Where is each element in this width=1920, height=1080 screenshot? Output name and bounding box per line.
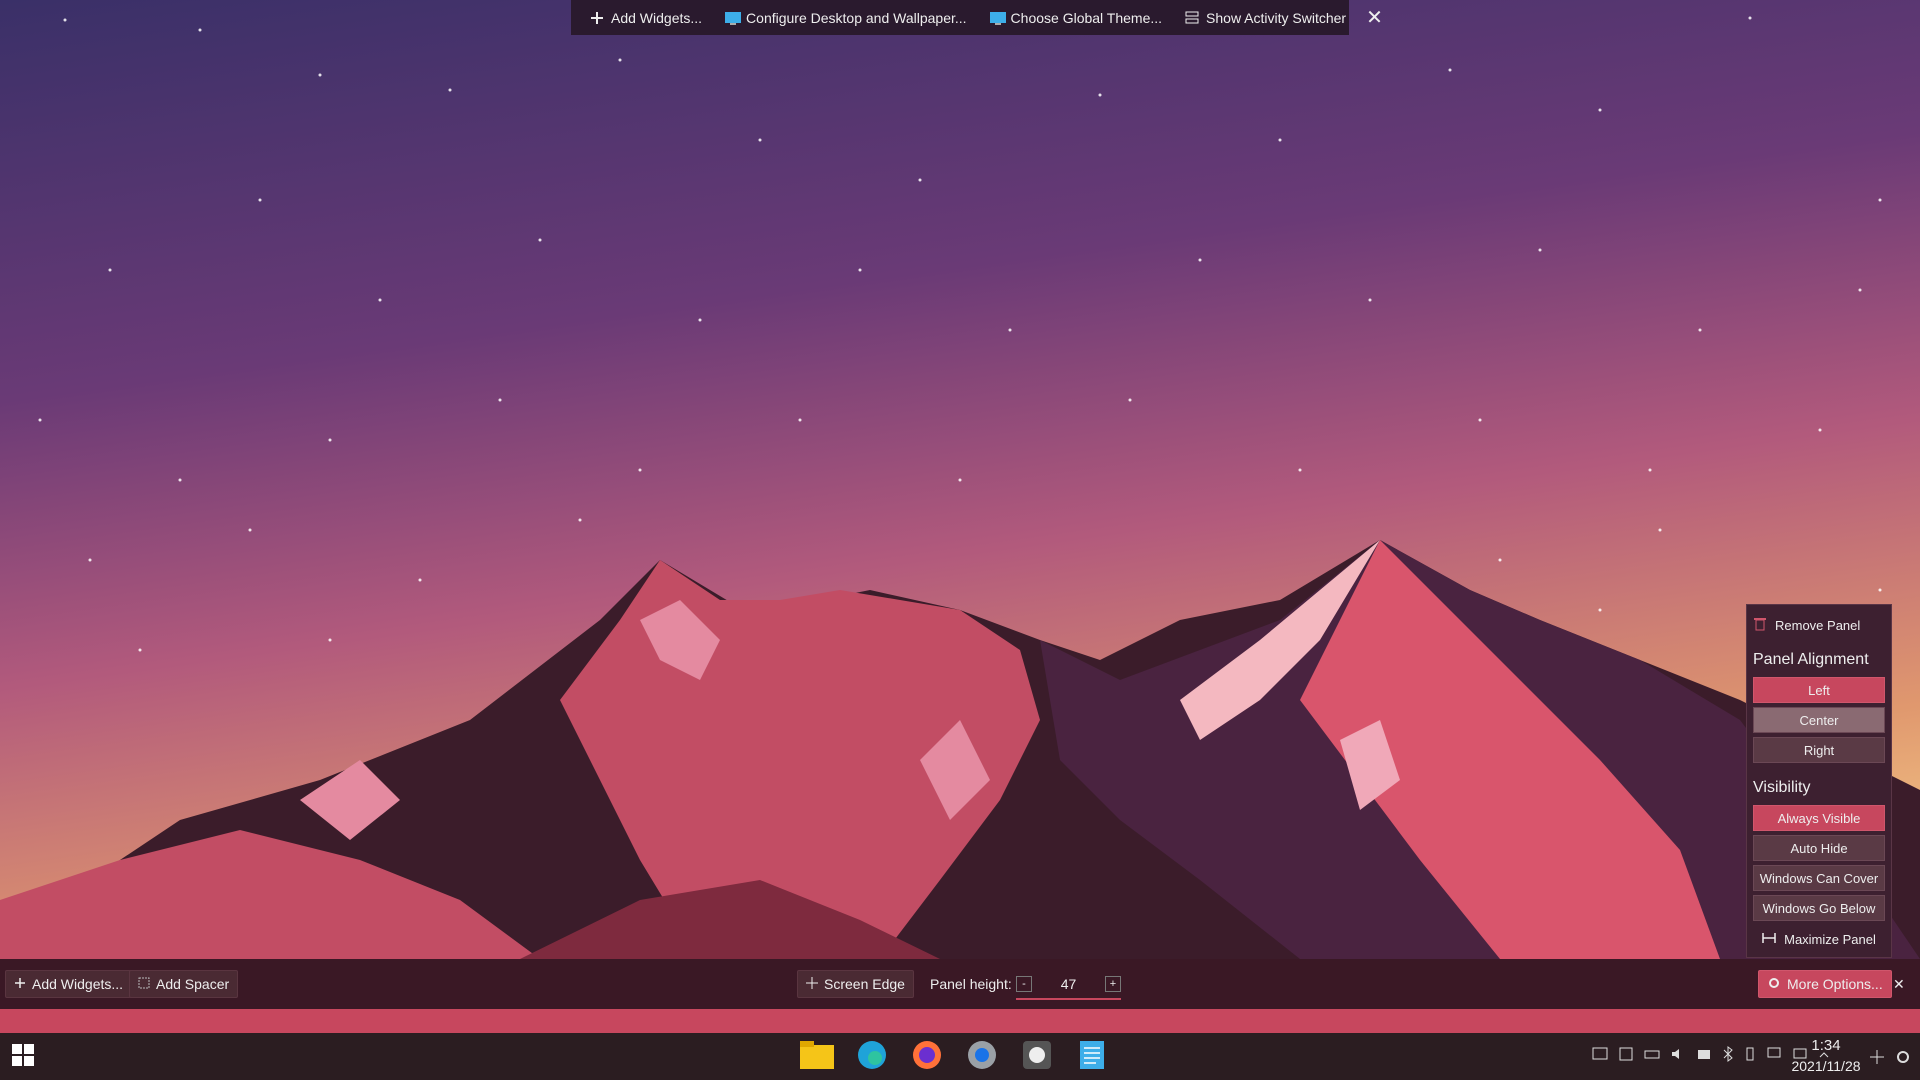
panel-options-popup: Remove Panel Panel Alignment Left Center… — [1746, 604, 1892, 958]
more-options-label: More Options... — [1787, 976, 1883, 992]
alignment-center-button[interactable]: Center — [1753, 707, 1885, 733]
start-button[interactable] — [3, 1037, 43, 1077]
firefox-icon — [912, 1040, 942, 1075]
toolbox-choose-theme-label: Choose Global Theme... — [1010, 9, 1163, 26]
editbar-close-button[interactable]: ✕ — [1893, 976, 1905, 993]
visibility-always-visible-button[interactable]: Always Visible — [1753, 805, 1885, 831]
visibility-windows-can-cover-button[interactable]: Windows Can Cover — [1753, 865, 1885, 891]
panel-settings-gear-icon[interactable] — [1895, 1049, 1911, 1070]
volume-icon[interactable] — [1670, 1046, 1686, 1067]
panel-height-decrease-button[interactable]: - — [1016, 976, 1032, 992]
taskbar-app-chromium[interactable] — [962, 1037, 1002, 1077]
start-icon — [12, 1043, 34, 1071]
visibility-heading: Visibility — [1753, 779, 1811, 796]
more-options-button[interactable]: More Options... — [1758, 970, 1892, 998]
screen-edge-label: Screen Edge — [824, 976, 905, 992]
maximize-panel-label: Maximize Panel — [1784, 931, 1876, 947]
usb-icon[interactable] — [1744, 1046, 1756, 1067]
alignment-right-button[interactable]: Right — [1753, 737, 1885, 763]
toolbox-configure-desktop-button[interactable]: Configure Desktop and Wallpaper... — [716, 4, 975, 32]
plus-icon — [589, 10, 605, 26]
spacer-icon — [138, 976, 150, 992]
sticky-note-icon[interactable] — [1618, 1046, 1634, 1067]
panel-resize-strip[interactable] — [0, 1009, 1920, 1033]
toolbox-activity-switcher-button[interactable]: Show Activity Switcher — [1176, 4, 1354, 32]
taskbar-app-edge-dev[interactable] — [852, 1037, 892, 1077]
taskbar-app-notepad[interactable] — [1072, 1037, 1112, 1077]
toolbox-choose-theme-button[interactable]: Choose Global Theme... — [981, 4, 1171, 32]
panel-alignment-heading: Panel Alignment — [1753, 651, 1869, 668]
visibility-windows-go-below-button[interactable]: Windows Go Below — [1753, 895, 1885, 921]
remove-panel-label: Remove Panel — [1775, 617, 1861, 633]
maximize-icon — [1762, 931, 1776, 948]
gear-icon — [1767, 976, 1781, 993]
add-widgets-button[interactable]: Add Widgets... — [5, 970, 133, 998]
visibility-auto-hide-button[interactable]: Auto Hide — [1753, 835, 1885, 861]
taskbar-app-firefox[interactable] — [907, 1037, 947, 1077]
toolbox-configure-desktop-label: Configure Desktop and Wallpaper... — [746, 9, 967, 26]
github-icon — [1022, 1040, 1052, 1075]
add-widgets-label: Add Widgets... — [32, 976, 124, 992]
edge-dev-icon — [857, 1040, 887, 1075]
digital-clock[interactable]: 1:34 2021/11/28 — [1780, 1033, 1872, 1080]
monitor-icon — [724, 10, 742, 26]
notifications-icon[interactable] — [1592, 1046, 1608, 1067]
add-spacer-label: Add Spacer — [156, 976, 230, 992]
theme-icon — [989, 10, 1006, 26]
clock-time: 1:34 — [1811, 1037, 1841, 1054]
trash-icon — [1753, 616, 1767, 635]
chromium-icon — [967, 1040, 997, 1075]
panel-height-value[interactable]: 47 — [1061, 976, 1077, 992]
clock-date: 2021/11/28 — [1791, 1058, 1861, 1074]
toolbox-activity-switcher-label: Show Activity Switcher — [1206, 9, 1347, 26]
panel-move-icon[interactable] — [1870, 1050, 1884, 1069]
taskbar-app-file-manager[interactable] — [797, 1037, 837, 1077]
battery-icon[interactable] — [1696, 1046, 1712, 1067]
toolbox-close-button[interactable]: ✕ — [1360, 4, 1389, 32]
printer-icon[interactable] — [1644, 1046, 1660, 1067]
activity-switcher-icon — [1184, 10, 1200, 26]
taskbar-app-github[interactable] — [1017, 1037, 1057, 1077]
panel-height-increase-button[interactable]: + — [1104, 976, 1121, 992]
maximize-panel-button[interactable]: Maximize Panel — [1753, 925, 1885, 953]
plus-icon — [14, 976, 26, 992]
panel-height-spinbox[interactable]: - 47 + — [1016, 970, 1121, 1000]
bluetooth-icon[interactable] — [1722, 1046, 1734, 1067]
remove-panel-button[interactable]: Remove Panel — [1753, 611, 1885, 639]
toolbox-add-widgets-label: Add Widgets... — [611, 9, 703, 26]
screen-edge-button[interactable]: Screen Edge — [797, 970, 914, 998]
panel-height-label: Panel height: — [930, 976, 1012, 992]
alignment-left-button[interactable]: Left — [1753, 677, 1885, 703]
desktop-toolbox: Add Widgets... Configure Desktop and Wal… — [571, 0, 1383, 35]
file-manager-icon — [800, 1040, 834, 1074]
desktop-wallpaper — [0, 0, 1920, 1080]
notepad-icon — [1079, 1040, 1105, 1075]
add-spacer-button[interactable]: Add Spacer — [129, 970, 239, 998]
toolbox-add-widgets-button[interactable]: Add Widgets... — [581, 4, 710, 32]
move-icon — [806, 976, 818, 992]
panel-edit-bar: Add Widgets... Add Spacer Screen Edge Pa… — [0, 959, 1920, 1009]
